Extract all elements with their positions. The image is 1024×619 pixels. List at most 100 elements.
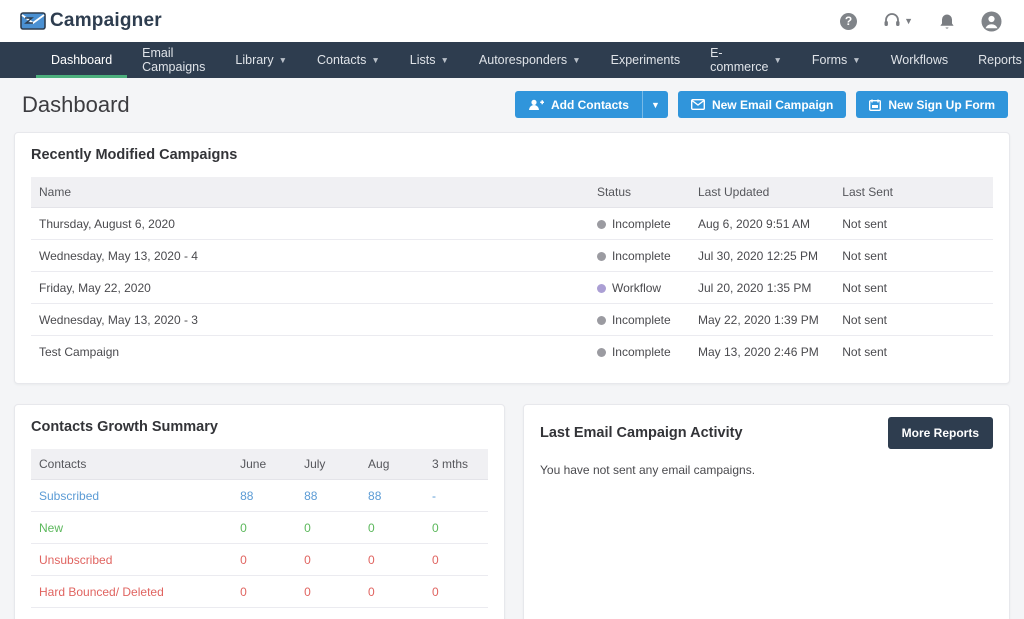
- recently-modified-campaigns-card: Recently Modified Campaigns Name Status …: [14, 132, 1010, 384]
- campaign-status: Incomplete: [589, 304, 690, 336]
- growth-row-label[interactable]: New: [31, 512, 232, 544]
- growth-value[interactable]: 0: [232, 544, 296, 576]
- growth-row-label[interactable]: Growth: [31, 608, 232, 619]
- card-title: Contacts Growth Summary: [31, 419, 488, 435]
- main-navbar: Dashboard Email Campaigns Library▼ Conta…: [0, 42, 1024, 78]
- column-header-aug: Aug: [360, 449, 424, 480]
- growth-value[interactable]: 0: [360, 512, 424, 544]
- table-row[interactable]: Wednesday, May 13, 2020 - 4 Incomplete J…: [31, 240, 993, 272]
- column-header-status[interactable]: Status: [589, 177, 690, 208]
- chevron-down-icon: ▼: [441, 55, 449, 65]
- form-icon: [869, 99, 881, 111]
- nav-item-reports[interactable]: Reports▼: [963, 42, 1024, 78]
- table-row[interactable]: Friday, May 22, 2020 Workflow Jul 20, 20…: [31, 272, 993, 304]
- campaign-last-sent: Not sent: [834, 336, 993, 368]
- status-dot-icon: [597, 348, 606, 357]
- column-header-name[interactable]: Name: [31, 177, 589, 208]
- table-row: Growth 0 0 0 0: [31, 608, 488, 619]
- table-row[interactable]: Thursday, August 6, 2020 Incomplete Aug …: [31, 208, 993, 240]
- account-avatar-icon[interactable]: [981, 11, 1002, 32]
- campaign-name[interactable]: Wednesday, May 13, 2020 - 4: [31, 240, 589, 272]
- hamburger-menu-icon[interactable]: [14, 42, 30, 78]
- growth-value[interactable]: 0: [360, 544, 424, 576]
- table-row[interactable]: Wednesday, May 13, 2020 - 3 Incomplete M…: [31, 304, 993, 336]
- table-row[interactable]: Test Campaign Incomplete May 13, 2020 2:…: [31, 336, 993, 368]
- support-headset-icon[interactable]: ▼: [883, 13, 913, 29]
- growth-value[interactable]: 0: [424, 512, 488, 544]
- campaign-last-updated: Jul 30, 2020 12:25 PM: [690, 240, 834, 272]
- status-dot-icon: [597, 316, 606, 325]
- nav-item-forms[interactable]: Forms▼: [797, 42, 876, 78]
- nav-item-contacts[interactable]: Contacts▼: [302, 42, 395, 78]
- envelope-icon: [691, 99, 705, 110]
- campaign-last-sent: Not sent: [834, 240, 993, 272]
- notifications-bell-icon[interactable]: [939, 13, 955, 30]
- table-row: New 0 0 0 0: [31, 512, 488, 544]
- logo-text: Campaigner: [50, 10, 162, 32]
- growth-value[interactable]: 0: [424, 576, 488, 608]
- growth-value[interactable]: 0: [232, 512, 296, 544]
- activity-card-header: Last Email Campaign Activity More Report…: [540, 417, 993, 449]
- growth-value[interactable]: 0: [296, 608, 360, 619]
- chevron-down-icon: ▼: [904, 16, 913, 26]
- growth-value[interactable]: 0: [424, 608, 488, 619]
- chevron-down-icon: ▼: [279, 55, 287, 65]
- nav-item-email-campaigns[interactable]: Email Campaigns: [127, 42, 220, 78]
- campaigns-table: Name Status Last Updated Last Sent Thurs…: [31, 177, 993, 367]
- nav-item-library[interactable]: Library▼: [220, 42, 302, 78]
- nav-item-ecommerce[interactable]: E-commerce▼: [695, 42, 797, 78]
- nav-item-workflows[interactable]: Workflows: [876, 42, 963, 78]
- nav-item-experiments[interactable]: Experiments: [596, 42, 695, 78]
- growth-value[interactable]: 0: [360, 576, 424, 608]
- growth-table-header-row: Contacts June July Aug 3 mths: [31, 449, 488, 480]
- growth-value[interactable]: 0: [296, 512, 360, 544]
- column-header-last-updated[interactable]: Last Updated: [690, 177, 834, 208]
- campaign-name[interactable]: Wednesday, May 13, 2020 - 3: [31, 304, 589, 336]
- nav-item-lists[interactable]: Lists▼: [395, 42, 464, 78]
- contacts-growth-summary-card: Contacts Growth Summary Contacts June Ju…: [14, 404, 505, 619]
- logo[interactable]: Campaigner: [20, 10, 162, 32]
- growth-value[interactable]: 88: [296, 480, 360, 512]
- nav-item-autoresponders[interactable]: Autoresponders▼: [464, 42, 596, 78]
- growth-value: -: [424, 480, 488, 512]
- growth-value[interactable]: 0: [296, 576, 360, 608]
- campaign-status: Incomplete: [589, 208, 690, 240]
- campaign-last-sent: Not sent: [834, 304, 993, 336]
- growth-row-label[interactable]: Unsubscribed: [31, 544, 232, 576]
- growth-value[interactable]: 0: [360, 608, 424, 619]
- table-row: Hard Bounced/ Deleted 0 0 0 0: [31, 576, 488, 608]
- add-contacts-button[interactable]: Add Contacts: [515, 91, 642, 118]
- topbar-icon-group: ? ▼: [840, 11, 1002, 32]
- campaign-last-sent: Not sent: [834, 208, 993, 240]
- nav-item-dashboard[interactable]: Dashboard: [36, 42, 127, 78]
- campaign-name[interactable]: Friday, May 22, 2020: [31, 272, 589, 304]
- status-dot-icon: [597, 220, 606, 229]
- chevron-down-icon: ▼: [572, 55, 580, 65]
- add-contacts-dropdown-button[interactable]: ▼: [642, 91, 668, 118]
- envelope-logo-icon: [20, 11, 46, 31]
- campaign-last-updated: May 22, 2020 1:39 PM: [690, 304, 834, 336]
- new-signup-form-button[interactable]: New Sign Up Form: [856, 91, 1008, 118]
- last-email-campaign-activity-card: Last Email Campaign Activity More Report…: [523, 404, 1010, 619]
- bottom-panels: Contacts Growth Summary Contacts June Ju…: [14, 404, 1010, 619]
- growth-value[interactable]: 88: [360, 480, 424, 512]
- card-title: Last Email Campaign Activity: [540, 425, 743, 441]
- growth-value[interactable]: 0: [232, 608, 296, 619]
- campaign-name[interactable]: Test Campaign: [31, 336, 589, 368]
- help-icon[interactable]: ?: [840, 13, 857, 30]
- growth-value[interactable]: 0: [424, 544, 488, 576]
- growth-value[interactable]: 0: [232, 576, 296, 608]
- growth-row-label[interactable]: Hard Bounced/ Deleted: [31, 576, 232, 608]
- growth-value[interactable]: 88: [232, 480, 296, 512]
- campaign-name[interactable]: Thursday, August 6, 2020: [31, 208, 589, 240]
- more-reports-button[interactable]: More Reports: [888, 417, 993, 449]
- chevron-down-icon: ▼: [371, 55, 379, 65]
- growth-row-label[interactable]: Subscribed: [31, 480, 232, 512]
- campaign-last-updated: Aug 6, 2020 9:51 AM: [690, 208, 834, 240]
- new-email-campaign-button[interactable]: New Email Campaign: [678, 91, 846, 118]
- growth-value[interactable]: 0: [296, 544, 360, 576]
- table-row: Unsubscribed 0 0 0 0: [31, 544, 488, 576]
- column-header-last-sent[interactable]: Last Sent: [834, 177, 993, 208]
- campaign-status: Incomplete: [589, 240, 690, 272]
- column-header-june: June: [232, 449, 296, 480]
